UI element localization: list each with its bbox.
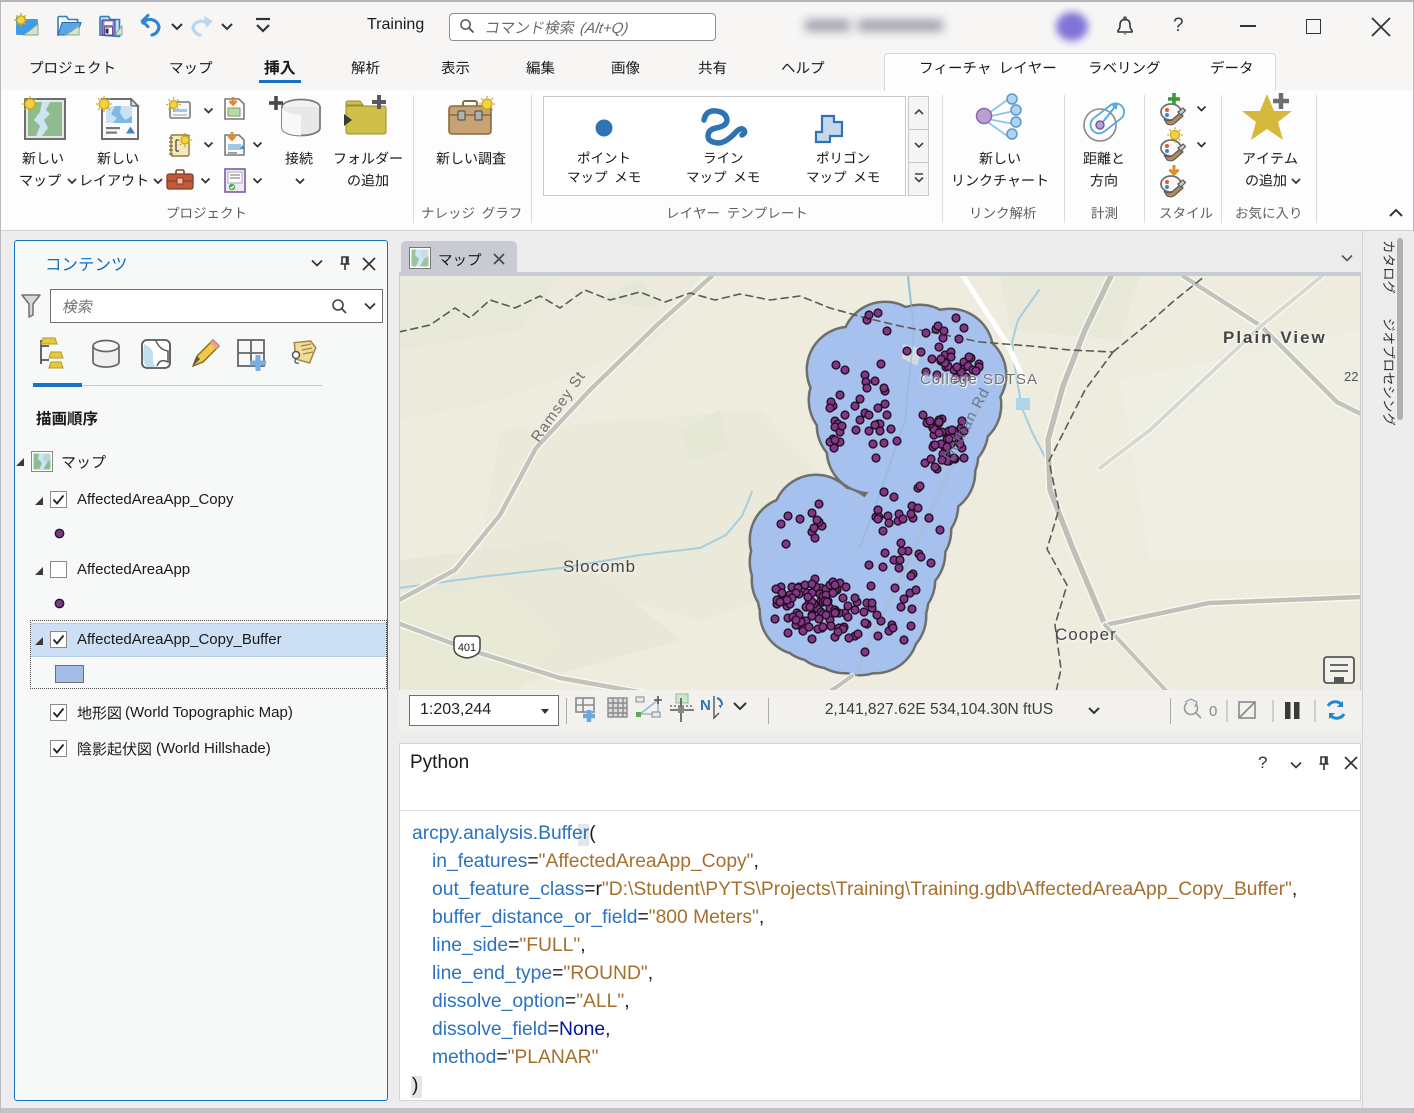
svg-text:Plain View: Plain View (1223, 328, 1327, 347)
svg-text:401: 401 (458, 642, 476, 654)
svg-text:Cooper: Cooper (1055, 625, 1117, 644)
svg-text:Slocomb: Slocomb (563, 557, 636, 576)
svg-text:0: 0 (1209, 703, 1217, 720)
svg-text:N: N (700, 697, 711, 714)
svg-text:22: 22 (1344, 369, 1358, 384)
svg-text:(Alt+Q): (Alt+Q) (579, 20, 630, 37)
